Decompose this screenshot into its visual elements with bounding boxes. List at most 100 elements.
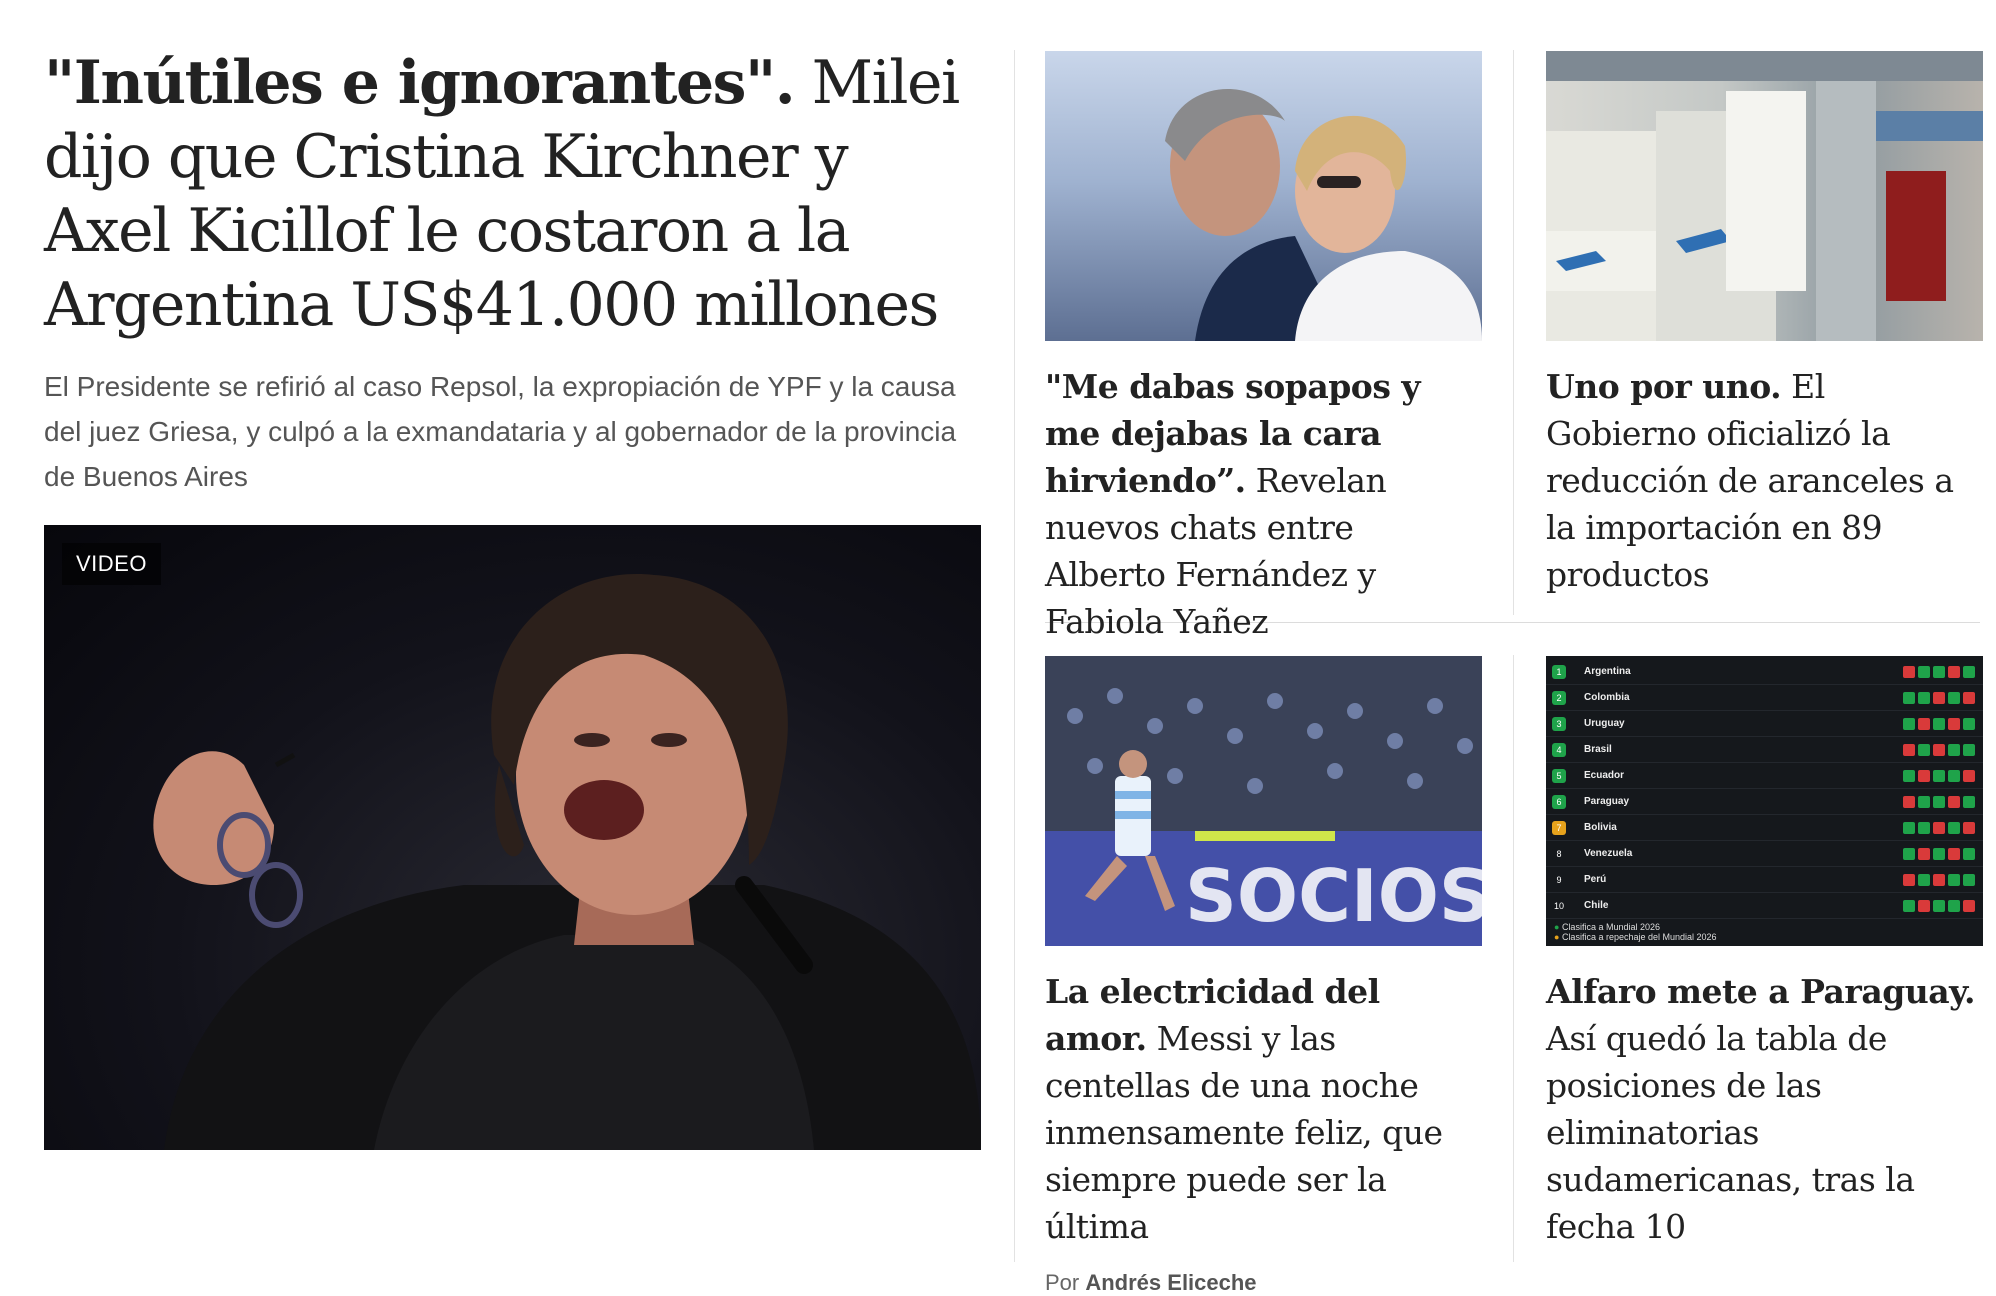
- main-video[interactable]: VIDEO: [44, 525, 981, 1150]
- video-badge: VIDEO: [62, 543, 161, 585]
- form-dot: [1903, 847, 1915, 860]
- column-divider: [1014, 50, 1015, 1262]
- byline-prefix: Por: [1045, 1270, 1086, 1295]
- form-dot: [1903, 795, 1915, 808]
- standings-team: Colombia: [1584, 692, 1630, 703]
- form-dots: [1903, 899, 1975, 912]
- form-dot: [1933, 665, 1945, 678]
- standings-rank: 5: [1552, 768, 1566, 783]
- form-dots: [1903, 665, 1975, 678]
- story-headline[interactable]: La electricidad del amor. Messi y las ce…: [1045, 968, 1482, 1250]
- form-dot: [1933, 743, 1945, 756]
- form-dot: [1903, 821, 1915, 834]
- story-card-aranceles[interactable]: Uno por uno. El Gobierno oficializó la r…: [1546, 51, 1983, 598]
- standings-rank: 3: [1552, 716, 1566, 731]
- standings-row: 7 Bolivia: [1546, 815, 1983, 841]
- form-dot: [1948, 743, 1960, 756]
- form-dot: [1903, 665, 1915, 678]
- form-dot: [1963, 665, 1975, 678]
- standings-team: Perú: [1584, 874, 1607, 885]
- form-dots: [1903, 873, 1975, 886]
- main-story[interactable]: "Inútiles e ignorantes". Milei dijo que …: [44, 46, 984, 1150]
- form-dot: [1903, 769, 1915, 782]
- form-dot: [1948, 847, 1960, 860]
- form-dot: [1918, 665, 1930, 678]
- form-dot: [1963, 795, 1975, 808]
- standings-row: 10 Chile: [1546, 893, 1983, 919]
- stadium-photo: SOCIOS: [1045, 656, 1482, 946]
- form-dot: [1933, 691, 1945, 704]
- form-dot: [1918, 717, 1930, 730]
- form-dots: [1903, 795, 1975, 808]
- form-dot: [1918, 873, 1930, 886]
- story-thumbnail[interactable]: [1045, 51, 1482, 341]
- form-dot: [1903, 873, 1915, 886]
- form-dot: [1948, 821, 1960, 834]
- main-summary: El Presidente se refirió al caso Repsol,…: [44, 371, 957, 492]
- byline-author[interactable]: Andrés Eliceche: [1085, 1270, 1256, 1295]
- form-dot: [1918, 795, 1930, 808]
- standings-team: Bolivia: [1584, 822, 1617, 833]
- form-dot: [1948, 665, 1960, 678]
- standings-row: 2 Colombia: [1546, 685, 1983, 711]
- story-thumbnail[interactable]: [1546, 51, 1983, 341]
- form-dot: [1963, 847, 1975, 860]
- standings-row: 1 Argentina: [1546, 659, 1983, 685]
- form-dot: [1933, 821, 1945, 834]
- form-dot: [1903, 717, 1915, 730]
- story-card-chats[interactable]: "Me dabas sopapos y me dejabas la cara h…: [1045, 51, 1482, 645]
- form-dot: [1963, 821, 1975, 834]
- story-card-eliminatorias[interactable]: 1 Argentina 2 Colombia 3 Uruguay 4 Brasil 5 Ecuad…: [1546, 656, 1983, 1250]
- byline: Por Andrés Eliceche: [1045, 1270, 1482, 1296]
- form-dots: [1903, 769, 1975, 782]
- story-headline-text[interactable]: Así quedó la tabla de posiciones de las …: [1546, 1019, 1915, 1246]
- form-dot: [1948, 873, 1960, 886]
- form-dot: [1948, 795, 1960, 808]
- form-dot: [1903, 691, 1915, 704]
- main-headline[interactable]: "Inútiles e ignorantes". Milei dijo que …: [44, 46, 984, 342]
- standings-row: 9 Perú: [1546, 867, 1983, 893]
- standings-row: 5 Ecuador: [1546, 763, 1983, 789]
- standings-team: Paraguay: [1584, 796, 1630, 807]
- standings-rank: 6: [1552, 794, 1566, 809]
- form-dots: [1903, 847, 1975, 860]
- story-headline[interactable]: Uno por uno. El Gobierno oficializó la r…: [1546, 363, 1983, 598]
- standings-team: Ecuador: [1584, 770, 1625, 781]
- standings-rank: 4: [1552, 742, 1566, 757]
- story-card-messi[interactable]: SOCIOS La electricidad del amor. Messi y…: [1045, 656, 1482, 1296]
- standings-team: Chile: [1584, 900, 1609, 911]
- story-thumbnail[interactable]: 1 Argentina 2 Colombia 3 Uruguay 4 Brasil 5 Ecuad…: [1546, 656, 1983, 946]
- form-dot: [1948, 899, 1960, 912]
- form-dot: [1948, 769, 1960, 782]
- standings-rank: 10: [1552, 898, 1566, 913]
- form-dot: [1918, 899, 1930, 912]
- standings-rank: 2: [1552, 690, 1566, 705]
- form-dot: [1933, 899, 1945, 912]
- form-dot: [1933, 795, 1945, 808]
- story-kicker[interactable]: Uno por uno.: [1546, 367, 1782, 406]
- standings-row: 6 Paraguay: [1546, 789, 1983, 815]
- standings-team: Brasil: [1584, 744, 1612, 755]
- standings-team: Argentina: [1584, 666, 1631, 677]
- story-thumbnail[interactable]: SOCIOS: [1045, 656, 1482, 946]
- standings-rank: 7: [1552, 820, 1566, 835]
- form-dot: [1933, 769, 1945, 782]
- legend-playoff: Clasifica a repechaje del Mundial 2026: [1561, 932, 1717, 942]
- form-dot: [1963, 873, 1975, 886]
- form-dots: [1903, 821, 1975, 834]
- legend-qualify: Clasifica a Mundial 2026: [1561, 922, 1660, 932]
- story-kicker[interactable]: Alfaro mete a Paraguay.: [1546, 972, 1976, 1011]
- standings-team: Uruguay: [1584, 718, 1625, 729]
- form-dots: [1903, 691, 1975, 704]
- form-dot: [1948, 717, 1960, 730]
- form-dot: [1933, 873, 1945, 886]
- story-headline[interactable]: Alfaro mete a Paraguay. Así quedó la tab…: [1546, 968, 1983, 1250]
- form-dots: [1903, 717, 1975, 730]
- standings-row: 8 Venezuela: [1546, 841, 1983, 867]
- form-dot: [1918, 821, 1930, 834]
- speaker-photo: [153, 574, 981, 1150]
- main-headline-kicker[interactable]: "Inútiles e ignorantes".: [44, 48, 796, 118]
- form-dot: [1933, 717, 1945, 730]
- form-dot: [1918, 691, 1930, 704]
- story-headline[interactable]: "Me dabas sopapos y me dejabas la cara h…: [1045, 363, 1482, 645]
